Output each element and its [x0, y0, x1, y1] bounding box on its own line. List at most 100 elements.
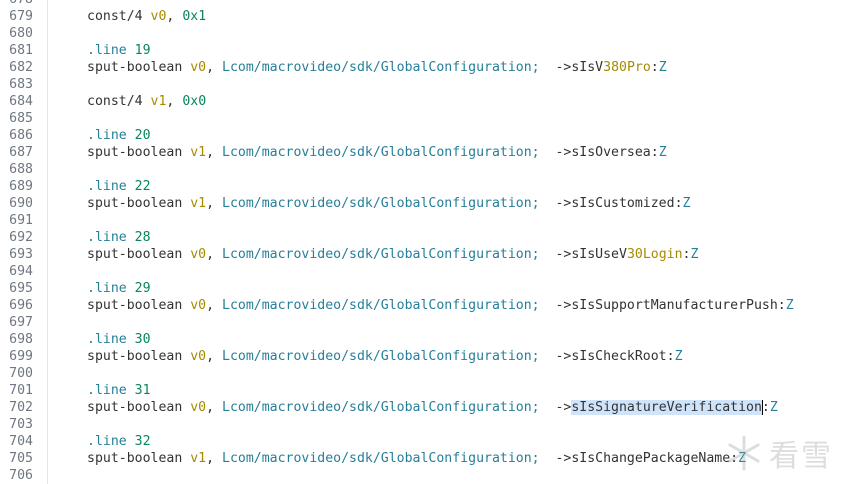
code-line[interactable]: 687 sput-boolean v1, Lcom/macrovideo/sdk/…	[0, 144, 853, 161]
code-text[interactable]: .line 32	[48, 433, 151, 450]
code-token: 32	[134, 434, 151, 449]
code-token: v1	[150, 94, 167, 109]
code-line[interactable]: 680	[0, 25, 853, 42]
code-line[interactable]: 690 sput-boolean v1, Lcom/macrovideo/sdk/…	[0, 195, 853, 212]
code-text[interactable]: .line 22	[48, 178, 151, 195]
code-line[interactable]: 695 .line 29	[0, 280, 853, 297]
code-text[interactable]	[48, 467, 87, 484]
code-token: v1	[190, 145, 207, 160]
line-number: 678	[0, 0, 33, 8]
code-text[interactable]: const/4 v0, 0x1	[48, 8, 206, 25]
code-text[interactable]: sput-boolean v0, Lcom/macrovideo/sdk/Glo…	[48, 297, 794, 314]
code-editor[interactable]: 678679 const/4 v0, 0x1 680 681 .line 19 682 sp…	[0, 0, 853, 484]
watermark-text: 看雪	[769, 439, 833, 474]
code-token: ,	[206, 247, 222, 262]
gutter-separator	[33, 25, 48, 42]
code-text[interactable]: .line 31	[48, 382, 151, 399]
code-line[interactable]: 686 .line 20	[0, 127, 853, 144]
code-token: .line	[87, 383, 135, 398]
code-text[interactable]	[48, 76, 87, 93]
code-text[interactable]: .line 28	[48, 229, 151, 246]
code-text[interactable]: sput-boolean v0, Lcom/macrovideo/sdk/Glo…	[48, 399, 778, 416]
code-text[interactable]: sput-boolean v1, Lcom/macrovideo/sdk/Glo…	[48, 195, 690, 212]
code-text[interactable]: .line 19	[48, 42, 151, 59]
code-line[interactable]: 684 const/4 v1, 0x0	[0, 93, 853, 110]
code-line[interactable]: 699 sput-boolean v0, Lcom/macrovideo/sdk/…	[0, 348, 853, 365]
code-line[interactable]: 696 sput-boolean v0, Lcom/macrovideo/sdk/…	[0, 297, 853, 314]
line-number: 694	[9, 264, 33, 279]
code-token: 0x0	[182, 94, 207, 109]
code-token: Lcom/macrovideo/sdk/GlobalConfiguration;	[222, 60, 540, 75]
code-text[interactable]: .line 30	[48, 331, 151, 348]
code-line[interactable]: 683	[0, 76, 853, 93]
code-token: sput-boolean	[87, 145, 191, 160]
gutter-separator	[33, 314, 48, 331]
code-token: .line	[87, 434, 135, 449]
code-token: const/4	[87, 94, 151, 109]
code-token: Lcom/macrovideo/sdk/GlobalConfiguration;	[222, 349, 540, 364]
code-text[interactable]: sput-boolean v1, Lcom/macrovideo/sdk/Glo…	[48, 144, 667, 161]
code-text[interactable]: sput-boolean v0, Lcom/macrovideo/sdk/Glo…	[48, 59, 667, 76]
watermark: 看雪	[725, 431, 833, 475]
code-line[interactable]: 689 .line 22	[0, 178, 853, 195]
code-token: v0	[150, 9, 167, 24]
code-token: 30	[134, 332, 151, 347]
code-text[interactable]	[48, 212, 87, 229]
gutter-separator	[33, 399, 48, 416]
code-token: v0	[190, 298, 207, 313]
code-line[interactable]: 681 .line 19	[0, 42, 853, 59]
code-text[interactable]: const/4 v1, 0x0	[48, 93, 206, 110]
code-line[interactable]: 691	[0, 212, 853, 229]
code-line[interactable]: 700	[0, 365, 853, 382]
code-line[interactable]: 679 const/4 v0, 0x1	[0, 8, 853, 25]
code-text[interactable]	[48, 25, 87, 42]
line-number: 695	[9, 281, 33, 296]
code-text[interactable]: sput-boolean v0, Lcom/macrovideo/sdk/Glo…	[48, 246, 698, 263]
code-text[interactable]	[48, 0, 87, 8]
code-token: 0x1	[182, 9, 207, 24]
code-line[interactable]: 698 .line 30	[0, 331, 853, 348]
code-text[interactable]	[48, 365, 87, 382]
code-token: ,	[206, 196, 222, 211]
line-number: 686	[9, 128, 33, 143]
code-token: ,	[206, 60, 222, 75]
code-text[interactable]: .line 20	[48, 127, 151, 144]
code-token: v0	[190, 349, 207, 364]
code-text[interactable]	[48, 161, 87, 178]
code-token: sput-boolean	[87, 60, 191, 75]
code-token: ->sIsCustomized:	[539, 196, 683, 211]
code-text[interactable]: sput-boolean v0, Lcom/macrovideo/sdk/Glo…	[48, 348, 683, 365]
code-line[interactable]: 678	[0, 0, 853, 8]
code-line[interactable]: 688	[0, 161, 853, 178]
code-token: v1	[190, 451, 207, 466]
code-line[interactable]: 694	[0, 263, 853, 280]
code-token: const/4	[87, 9, 151, 24]
code-token: Lcom/macrovideo/sdk/GlobalConfiguration;	[222, 145, 540, 160]
gutter-separator	[33, 93, 48, 110]
code-line[interactable]: 692 .line 28	[0, 229, 853, 246]
code-token: ,	[206, 145, 222, 160]
code-token: Z	[690, 247, 699, 262]
code-line[interactable]: 685	[0, 110, 853, 127]
code-line[interactable]: 697	[0, 314, 853, 331]
gutter-separator	[33, 59, 48, 76]
code-text[interactable]	[48, 314, 87, 331]
line-number: 700	[9, 366, 33, 381]
line-number: 703	[9, 417, 33, 432]
code-token: ,	[166, 9, 183, 24]
gutter-separator	[33, 144, 48, 161]
code-line[interactable]: 701 .line 31	[0, 382, 853, 399]
code-text[interactable]	[48, 263, 87, 280]
code-line[interactable]: 682 sput-boolean v0, Lcom/macrovideo/sdk/…	[0, 59, 853, 76]
gutter-separator	[33, 280, 48, 297]
line-number: 706	[9, 468, 33, 483]
code-text[interactable]	[48, 416, 87, 433]
gutter-separator	[33, 382, 48, 399]
code-token: ->sIsUseV	[539, 247, 627, 262]
gutter-separator	[33, 0, 48, 8]
code-line[interactable]: 693 sput-boolean v0, Lcom/macrovideo/sdk/…	[0, 246, 853, 263]
code-text[interactable]: sput-boolean v1, Lcom/macrovideo/sdk/Glo…	[48, 450, 746, 467]
code-text[interactable]	[48, 110, 87, 127]
code-line[interactable]: 702 sput-boolean v0, Lcom/macrovideo/sdk/…	[0, 399, 853, 416]
code-text[interactable]: .line 29	[48, 280, 151, 297]
